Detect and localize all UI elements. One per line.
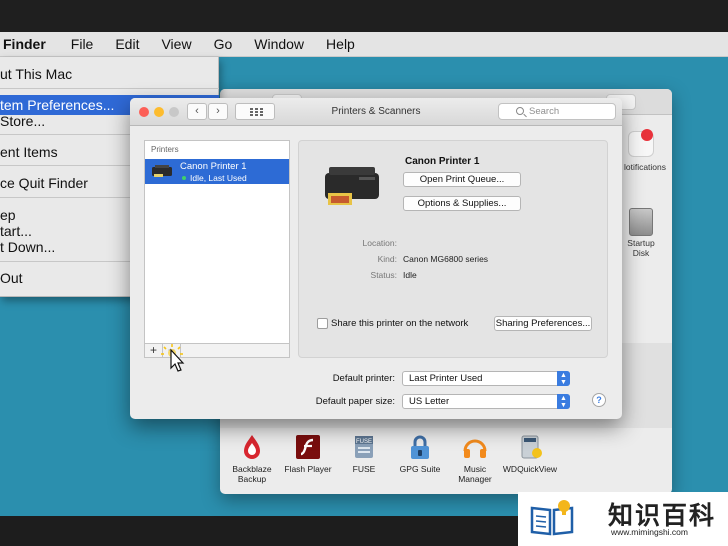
notifications-label: lotifications <box>623 162 667 172</box>
printer-list-item[interactable]: Canon Printer 1 Idle, Last Used <box>145 159 289 184</box>
sharing-preferences-button[interactable]: Sharing Preferences... <box>494 316 592 331</box>
zoom-button-icon[interactable] <box>169 107 179 117</box>
startup-disk-label-line2: Disk <box>632 248 650 258</box>
close-button-icon[interactable] <box>139 107 149 117</box>
printers-scanners-window: ‹ › Printers & Scanners Search Printers <box>130 98 622 419</box>
default-printer-select[interactable]: Last Printer Used ▲ ▼ <box>402 371 570 386</box>
open-book-lightbulb-icon <box>530 500 574 536</box>
menu-help[interactable]: Help <box>315 36 366 52</box>
printer-status: Idle, Last Used <box>190 173 247 183</box>
startup-disk-label: Startup Disk <box>616 238 666 258</box>
music-manager-icon[interactable] <box>461 433 489 461</box>
app-label-flash: Flash Player <box>284 464 332 474</box>
menu-separator <box>0 88 219 89</box>
window-titlebar[interactable]: ‹ › Printers & Scanners Search <box>130 98 622 126</box>
notifications-badge-icon <box>641 129 653 141</box>
gpg-suite-icon[interactable] <box>406 433 434 461</box>
help-button[interactable]: ? <box>592 393 606 407</box>
watermark-url: www.mimingshi.com <box>611 527 688 537</box>
menu-bar: Finder File Edit View Go Window Help <box>0 32 728 57</box>
printer-detail-panel: Canon Printer 1 Open Print Queue... Opti… <box>298 140 608 358</box>
open-print-queue-button[interactable]: Open Print Queue... <box>403 172 521 187</box>
detail-printer-name: Canon Printer 1 <box>405 156 480 167</box>
status-value: Idle <box>403 270 417 280</box>
kind-key: Kind: <box>377 254 397 264</box>
menu-edit[interactable]: Edit <box>104 36 150 52</box>
chevron-left-icon: ‹ <box>195 105 199 117</box>
menu-file[interactable]: File <box>60 36 105 52</box>
app-label-wdquickview: WDQuickView <box>502 464 558 474</box>
up-down-arrows-icon: ▲ ▼ <box>557 394 570 409</box>
forward-button[interactable]: › <box>208 103 228 120</box>
printers-list: Printers Canon Printer 1 Idle, Last Used <box>144 140 290 358</box>
search-icon <box>516 107 524 115</box>
app-label-fuse: FUSE <box>352 464 376 474</box>
backblaze-icon[interactable] <box>238 433 266 461</box>
menu-item-about-this-mac[interactable]: ut This Mac <box>0 64 219 84</box>
wdquickview-icon[interactable] <box>517 433 545 461</box>
menu-view[interactable]: View <box>150 36 202 52</box>
default-paper-label: Default paper size: <box>315 396 395 407</box>
printer-name: Canon Printer 1 <box>180 161 247 172</box>
top-frame <box>0 0 728 32</box>
window-title: Printers & Scanners <box>331 106 421 117</box>
default-paper-value: US Letter <box>409 396 450 407</box>
printers-list-header: Printers <box>151 145 179 154</box>
minimize-button-icon[interactable] <box>154 107 164 117</box>
search-field[interactable]: Search <box>498 103 616 120</box>
show-all-button[interactable] <box>235 103 275 120</box>
menu-app-finder[interactable]: Finder <box>0 36 60 52</box>
flash-player-icon[interactable] <box>294 433 322 461</box>
menu-window[interactable]: Window <box>243 36 315 52</box>
printer-icon <box>152 165 172 177</box>
watermark: 知识百科 www.mimingshi.com <box>518 492 728 546</box>
cursor-click-icon <box>161 344 185 372</box>
startup-disk-label-line1: Startup <box>627 238 655 248</box>
status-dot-icon <box>182 176 186 180</box>
default-paper-select[interactable]: US Letter ▲ ▼ <box>402 394 570 409</box>
chevron-right-icon: › <box>216 105 220 117</box>
up-down-arrows-icon: ▲ ▼ <box>557 371 570 386</box>
app-label-backblaze: Backblaze Backup <box>220 464 284 484</box>
share-printer-checkbox[interactable] <box>317 318 328 329</box>
menu-go[interactable]: Go <box>203 36 244 52</box>
search-placeholder: Search <box>529 106 560 117</box>
options-supplies-button[interactable]: Options & Supplies... <box>403 196 521 211</box>
status-key: Status: <box>370 270 397 280</box>
kind-value: Canon MG6800 series <box>403 254 489 264</box>
printer-icon <box>325 167 379 205</box>
fuse-icon[interactable]: FUSE <box>350 433 378 461</box>
default-printer-value: Last Printer Used <box>409 373 483 384</box>
share-printer-label: Share this printer on the network <box>331 318 469 329</box>
backblaze-label-line1: Backblaze <box>232 464 272 474</box>
startup-disk-icon[interactable] <box>629 208 653 236</box>
back-button[interactable]: ‹ <box>187 103 207 120</box>
music-manager-label-line2: Manager <box>458 474 492 484</box>
svg-text:FUSE: FUSE <box>356 439 372 445</box>
location-key: Location: <box>362 238 398 248</box>
default-printer-label: Default printer: <box>332 373 395 384</box>
backblaze-label-line2: Backup <box>237 474 267 484</box>
